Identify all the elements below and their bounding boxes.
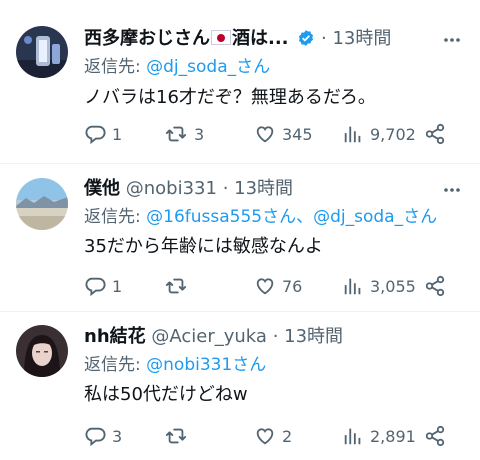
reply-icon — [85, 125, 106, 145]
retweet-icon — [165, 278, 187, 294]
display-name[interactable]: nh結花 — [84, 326, 146, 347]
avatar[interactable] — [16, 26, 68, 78]
retweet-button[interactable] — [164, 273, 194, 299]
retweet-count: 3 — [194, 124, 205, 144]
timestamp[interactable]: 13時間 — [234, 178, 293, 199]
heart-icon — [256, 278, 274, 295]
share-button[interactable] — [424, 273, 446, 299]
reply-label: 返信先: — [84, 355, 147, 375]
reply-mention[interactable]: @nobi331さん — [146, 355, 266, 375]
reply-count: 3 — [112, 426, 123, 446]
retweet-button[interactable]: 3 — [164, 121, 204, 147]
reply-icon — [85, 427, 106, 447]
view-count: 2,891 — [370, 426, 416, 446]
reply-button[interactable]: 3 — [84, 423, 122, 449]
analytics-icon — [344, 126, 361, 143]
action-bar: 1 76 3,055 — [84, 273, 464, 299]
display-name-suffix[interactable]: 酒は... — [232, 28, 289, 49]
action-bar: 3 2 2,891 — [84, 423, 464, 449]
timestamp[interactable]: 13時間 — [284, 326, 343, 347]
reply-mention[interactable]: @16fussa555さん、@dj_soda_さん — [146, 207, 437, 227]
like-count: 76 — [282, 276, 303, 296]
reply-context: 返信先: @dj_soda_さん — [84, 55, 270, 79]
share-button[interactable] — [424, 423, 446, 449]
retweet-icon — [165, 428, 187, 444]
tweet-2[interactable]: 僕他 @nobi331 · 13時間 返信先: @16fussa555さん、@d… — [0, 164, 480, 312]
username[interactable]: @nobi331 — [126, 178, 217, 199]
display-name[interactable]: 僕他 — [84, 178, 120, 199]
action-bar: 1 3 345 9,702 — [84, 121, 464, 147]
like-count: 2 — [282, 426, 293, 446]
view-count: 9,702 — [370, 124, 416, 144]
like-count: 345 — [282, 124, 313, 144]
separator-dot: · — [320, 28, 327, 49]
username[interactable]: @Acier_yuka — [151, 326, 267, 347]
retweet-icon — [165, 126, 187, 142]
like-button[interactable]: 2 — [254, 423, 292, 449]
more-options-icon[interactable] — [442, 30, 462, 50]
reply-count: 1 — [112, 276, 123, 296]
tweet-1[interactable]: 西多摩おじさん 酒は... · 13時間 返信先: @dj_soda_さん ノバラ… — [0, 0, 480, 164]
share-icon — [425, 275, 445, 297]
view-count: 3,055 — [370, 276, 416, 296]
separator-dot: · — [222, 178, 229, 199]
share-button[interactable] — [424, 121, 446, 147]
views-button[interactable]: 9,702 — [342, 121, 416, 147]
tweet-text: ノバラは16才だぞ？無理あるだろ。 — [84, 87, 376, 108]
tweet-header: 僕他 @nobi331 · 13時間 — [84, 176, 464, 202]
separator-dot: · — [272, 326, 279, 347]
like-button[interactable]: 345 — [254, 121, 313, 147]
more-options-icon[interactable] — [442, 180, 462, 200]
reply-mention[interactable]: @dj_soda_さん — [146, 57, 270, 77]
reply-icon — [85, 277, 106, 297]
jp-flag-icon — [211, 30, 231, 45]
analytics-icon — [344, 278, 361, 295]
verified-badge-icon — [299, 30, 314, 46]
heart-icon — [256, 126, 274, 143]
reply-button[interactable]: 1 — [84, 121, 122, 147]
display-name[interactable]: 西多摩おじさん — [84, 28, 210, 49]
reply-label: 返信先: — [84, 207, 147, 227]
reply-button[interactable]: 1 — [84, 273, 122, 299]
views-button[interactable]: 3,055 — [342, 273, 416, 299]
tweet-text: 私は50代だけどねw — [84, 384, 248, 405]
tweet-header: 西多摩おじさん 酒は... · 13時間 — [84, 26, 464, 52]
reply-count: 1 — [112, 124, 123, 144]
avatar[interactable] — [16, 325, 68, 377]
analytics-icon — [344, 428, 361, 445]
share-icon — [425, 123, 445, 145]
avatar[interactable] — [16, 178, 68, 230]
views-button[interactable]: 2,891 — [342, 423, 416, 449]
heart-icon — [256, 428, 274, 445]
tweet-3[interactable]: nh結花 @Acier_yuka · 13時間 返信先: @nobi331さん … — [0, 312, 480, 460]
retweet-button[interactable] — [164, 423, 194, 449]
share-icon — [425, 425, 445, 447]
timestamp[interactable]: 13時間 — [332, 28, 391, 49]
tweet-header: nh結花 @Acier_yuka · 13時間 — [84, 324, 464, 350]
like-button[interactable]: 76 — [254, 273, 302, 299]
reply-context: 返信先: @nobi331さん — [84, 353, 266, 377]
tweet-text: 35だから年齢には敏感なんよ — [84, 236, 323, 257]
reply-context: 返信先: @16fussa555さん、@dj_soda_さん — [84, 205, 437, 229]
reply-label: 返信先: — [84, 57, 147, 77]
